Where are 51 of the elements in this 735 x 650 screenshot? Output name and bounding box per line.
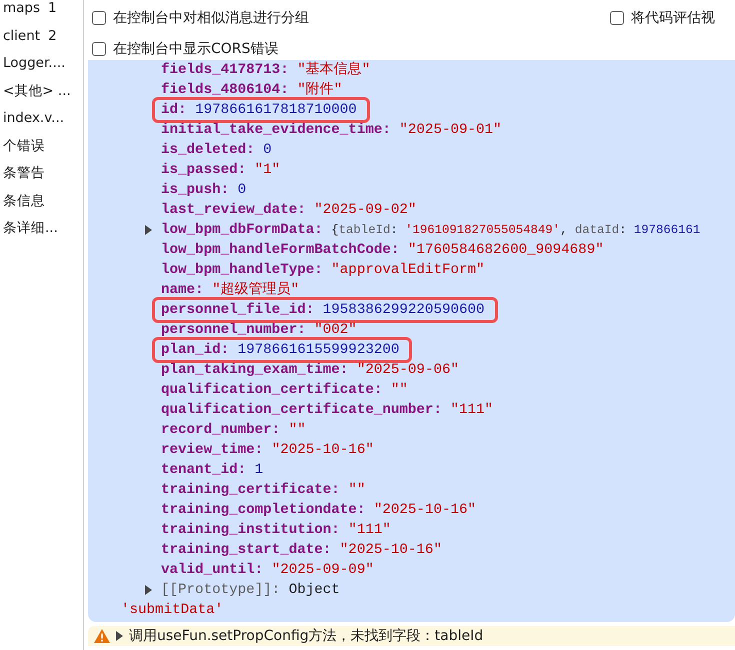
property-line: id: 1978661617818710000 bbox=[155, 100, 367, 120]
property-line: personnel_file_id: 1958386299220590600 bbox=[155, 300, 495, 320]
log-label: 'submitData' bbox=[121, 601, 224, 620]
property-line: tenant_id: 1 bbox=[161, 461, 264, 480]
property-line: plan_taking_exam_time: "2025-09-06" bbox=[161, 361, 459, 380]
property-line: review_time: "2025-10-16" bbox=[161, 441, 374, 460]
property-line: low_bpm_handleFormBatchCode: "1760584682600_9094689" bbox=[161, 241, 604, 260]
expand-arrow-icon[interactable] bbox=[145, 585, 152, 595]
property-line: low_bpm_dbFormData: {tableId: '1961091827055054849', dataId: 197866161 bbox=[161, 221, 700, 240]
checkbox[interactable] bbox=[610, 11, 624, 25]
message-count: 1 bbox=[48, 0, 57, 18]
property-line: training_completiondate: "2025-10-16" bbox=[161, 501, 476, 520]
property-line: qualification_certificate_number: "111" bbox=[161, 401, 494, 420]
sidebar-item[interactable]: <其他> ... bbox=[3, 78, 83, 105]
property-line: is_deleted: 0 bbox=[161, 141, 272, 160]
property-line: is_push: 0 bbox=[161, 181, 246, 200]
checkbox-label: 将代码评估视 bbox=[631, 9, 715, 27]
property-line: is_passed: "1" bbox=[161, 161, 280, 180]
property-line: plan_id: 1978661615599923200 bbox=[155, 340, 410, 360]
property-line: training_institution: "111" bbox=[161, 521, 391, 540]
property-line: personnel_number: "002" bbox=[161, 321, 357, 340]
property-line: initial_take_evidence_time: "2025-09-01" bbox=[161, 121, 502, 140]
property-line: training_start_date: "2025-10-16" bbox=[161, 541, 442, 560]
sidebar-item[interactable]: 条信息 bbox=[3, 188, 83, 215]
object-preview: {tableId: '1961091827055054849', dataId: 197866161 bbox=[331, 223, 700, 237]
property-line: name: "超级管理员" bbox=[161, 280, 300, 300]
property-line: valid_until: "2025-09-09" bbox=[161, 561, 374, 580]
sidebar-item[interactable]: Logger.... bbox=[3, 50, 83, 78]
property-line: fields_4806104: "附件" bbox=[161, 80, 342, 100]
checkbox-label: 在控制台中显示CORS错误 bbox=[113, 40, 278, 58]
checkbox-label: 在控制台中对相似消息进行分组 bbox=[113, 9, 309, 27]
property-line: low_bpm_handleType: "approvalEditForm" bbox=[161, 261, 485, 280]
property-line: [[Prototype]]: Object bbox=[161, 581, 340, 600]
message-count: 2 bbox=[48, 26, 57, 46]
sidebar-item[interactable]: 条警告 bbox=[3, 160, 83, 188]
property-line: qualification_certificate: "" bbox=[161, 381, 408, 400]
sidebar-item[interactable]: 条详细... bbox=[3, 215, 83, 242]
property-line: fields_4178713: "基本信息" bbox=[161, 60, 370, 80]
checkbox[interactable] bbox=[92, 42, 106, 56]
sidebar-item[interactable]: client bbox=[3, 22, 40, 50]
warning-text: 调用useFun.setPropConfig方法，未找到字段：tableId bbox=[129, 627, 484, 645]
warning-icon bbox=[94, 629, 110, 643]
checkbox[interactable] bbox=[92, 11, 106, 25]
property-line: last_review_date: "2025-09-02" bbox=[161, 201, 416, 220]
expand-arrow-icon[interactable] bbox=[116, 631, 123, 641]
sidebar-item[interactable]: 个错误 bbox=[3, 132, 83, 160]
sidebar-item[interactable]: index.v... bbox=[3, 105, 83, 132]
sidebar-item[interactable]: maps bbox=[3, 0, 40, 22]
expand-arrow-icon[interactable] bbox=[145, 225, 152, 235]
property-line: training_certificate: "" bbox=[161, 481, 366, 500]
property-line: record_number: "" bbox=[161, 421, 306, 440]
